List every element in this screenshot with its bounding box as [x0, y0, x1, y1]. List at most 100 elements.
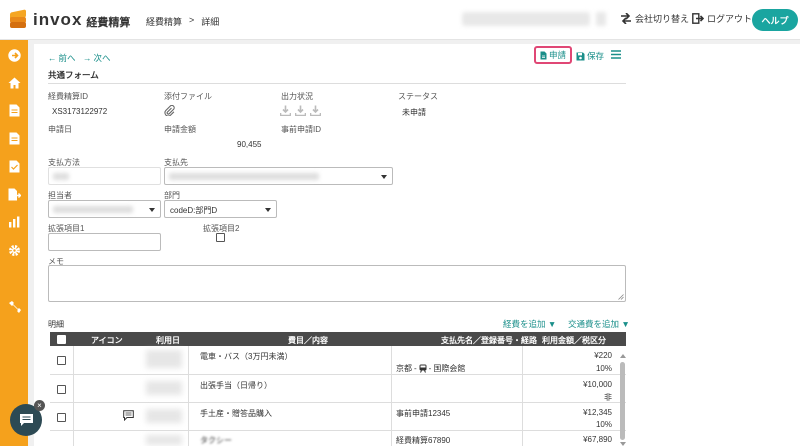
next-link[interactable]: → 次へ [83, 52, 111, 64]
user-info-redacted-2 [596, 12, 606, 26]
route-dash: - [428, 364, 432, 373]
breadcrumb-item-detail: 詳細 [201, 17, 220, 27]
expense-id-value: XS3173122972 [52, 107, 108, 116]
chevron-down-icon [265, 208, 271, 212]
table-scrollbar[interactable] [620, 362, 625, 440]
date-redacted [146, 350, 182, 368]
form-title: 共通フォーム [48, 70, 99, 80]
column-divider [391, 346, 392, 446]
apply-amount-value: 90,455 [237, 140, 262, 149]
logo-mark-icon [8, 9, 28, 29]
department-value: codeD:部門D [170, 206, 218, 215]
row-checkbox[interactable] [57, 356, 66, 365]
expense-id-label: 経費精算ID [48, 92, 88, 101]
table-row[interactable]: タクシー 経費精算67890 ¥67,890 [50, 431, 626, 446]
payment-method-select[interactable] [48, 167, 161, 185]
logout-button[interactable]: ログアウト [692, 12, 752, 25]
table-row[interactable]: 出張手当（日帰り） ¥10,000 非 [50, 375, 626, 403]
sidebar-gear-icon[interactable] [7, 243, 21, 257]
chat-comment-icon[interactable] [123, 410, 134, 421]
hamburger-menu-icon[interactable] [611, 50, 621, 61]
row-amount: ¥12,345 [583, 408, 612, 417]
sidebar-arrow-right-icon[interactable] [7, 48, 21, 62]
app-logo[interactable]: invox 経費精算 [8, 9, 130, 30]
logout-icon [692, 13, 704, 24]
route-to: 国際会館 [433, 364, 466, 373]
prior-apply-id-label: 事前申請ID [281, 125, 321, 134]
help-button[interactable]: ヘルプ [752, 9, 798, 31]
sidebar-document-check-icon[interactable] [7, 159, 21, 173]
sidebar-document-icon[interactable] [7, 103, 21, 117]
add-expense-link[interactable]: 経費を追加 ▼ [503, 318, 556, 330]
row-item: 手土産・贈答品購入 [200, 409, 272, 418]
app-header: invox 経費精算 経費精算 > 詳細 会社切り替え ログアウト ヘルプ [0, 0, 800, 40]
form-divider [48, 83, 626, 84]
date-redacted [146, 409, 182, 423]
person-in-charge-select[interactable] [48, 200, 161, 218]
breadcrumb: 経費精算 > 詳細 [146, 15, 219, 28]
arrow-right-icon: → [83, 53, 92, 63]
table-row[interactable]: 手土産・贈答品購入 事前申請12345 ¥12,345 10% [50, 403, 626, 431]
extension2-checkbox[interactable] [216, 233, 225, 242]
route-from: 京都 [396, 364, 412, 373]
table-row[interactable]: 電車・バス（3万円未満） 京都 - - 国際会館 ¥220 10% [50, 346, 626, 375]
status-label: ステータス [398, 92, 438, 101]
switch-company-button[interactable]: 会社切り替え [620, 12, 689, 25]
select-all-checkbox[interactable] [57, 335, 66, 344]
main-panel: ← 前へ → 次へ 申請 保存 共通フォーム 経費精算ID XS31731229… [34, 44, 800, 446]
next-label: 次へ [93, 53, 111, 63]
detail-section-label: 明細 [48, 320, 64, 329]
save-button[interactable]: 保存 [576, 50, 604, 62]
row-item: タクシー [200, 436, 232, 445]
row-checkbox[interactable] [57, 385, 66, 394]
department-select[interactable]: codeD:部門D [164, 200, 277, 218]
route-dash: - [414, 364, 417, 373]
row-tax: 10% [595, 364, 612, 373]
sidebar [0, 40, 28, 446]
scroll-down-icon[interactable] [620, 442, 626, 446]
output-status-label: 出力状況 [281, 92, 313, 101]
extension1-input[interactable] [48, 233, 161, 251]
breadcrumb-item-expense[interactable]: 経費精算 [146, 15, 182, 28]
scroll-up-icon[interactable] [620, 354, 626, 358]
payee-select[interactable] [164, 167, 393, 185]
user-info-redacted [462, 12, 590, 26]
row-amount: ¥10,000 [583, 380, 612, 389]
row-item: 出張手当（日帰り） [200, 381, 272, 390]
header-item: 費目／内容 [288, 336, 328, 345]
row-tax: 非 [604, 393, 612, 402]
save-label: 保存 [587, 51, 605, 61]
apply-button[interactable]: 申請 [534, 46, 572, 64]
column-divider [188, 346, 189, 446]
header-amount: 利用金額／税区分 [542, 336, 606, 345]
add-transport-link[interactable]: 交通費を追加 ▼ [568, 318, 630, 330]
sidebar-chart-icon[interactable] [7, 215, 21, 229]
prev-label: 前へ [58, 53, 76, 63]
download-icon [280, 105, 291, 116]
date-redacted [146, 435, 182, 445]
header-icon: アイコン [91, 336, 123, 345]
paperclip-icon[interactable] [164, 104, 175, 118]
chat-close-icon[interactable]: × [34, 400, 45, 411]
row-amount: ¥67,890 [583, 435, 612, 444]
arrow-left-icon: ← [48, 53, 57, 63]
memo-textarea[interactable] [48, 265, 626, 302]
sidebar-document-2-icon[interactable] [7, 131, 21, 145]
chat-bubble-icon [19, 414, 33, 426]
row-checkbox[interactable] [57, 413, 66, 422]
apply-amount-label: 申請金額 [164, 125, 196, 134]
sidebar-document-export-icon[interactable] [7, 187, 21, 201]
row-payee: 事前申請12345 [396, 409, 451, 418]
prev-link[interactable]: ← 前へ [48, 52, 76, 64]
chevron-down-icon [149, 208, 155, 212]
sidebar-tools-icon[interactable] [7, 299, 21, 313]
sidebar-home-icon[interactable] [7, 76, 21, 90]
download-icon [295, 105, 306, 116]
detail-table-header: アイコン 利用日 費目／内容 支払先名／登録番号・経路 利用金額／税区分 [50, 332, 626, 346]
row-amount: ¥220 [594, 351, 612, 360]
attachment-label: 添付ファイル [164, 92, 212, 101]
output-status-icons [280, 105, 321, 116]
column-divider [73, 346, 74, 446]
date-redacted [146, 381, 182, 395]
route-value: 京都 - - 国際会館 [396, 363, 465, 374]
